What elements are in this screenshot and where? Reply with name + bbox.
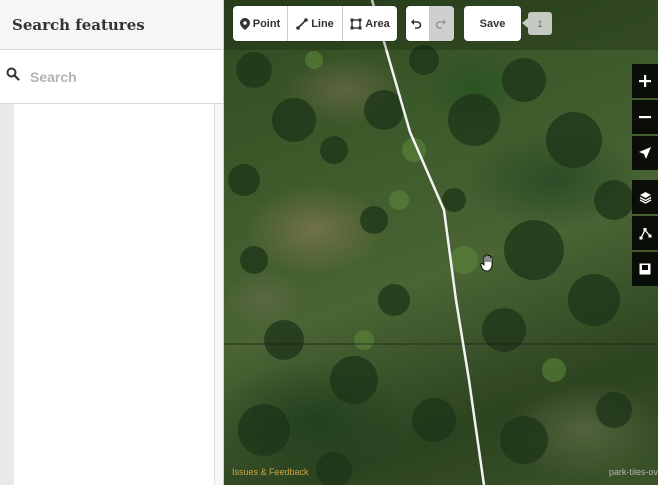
redo-button[interactable] [430,6,454,41]
undo-button[interactable] [406,6,430,41]
save-button[interactable]: Save [464,6,521,41]
map-data-icon [639,227,651,239]
point-icon [239,17,250,30]
map-data-button[interactable] [632,216,658,250]
undo-redo-group [406,6,454,41]
add-area-button[interactable]: Area [343,6,397,41]
zoom-out-icon [639,116,651,119]
help-button[interactable] [632,252,658,286]
add-area-label: Area [365,17,390,30]
add-feature-group: Point Line Area [233,6,397,41]
zoom-out-button[interactable] [632,100,658,134]
add-point-button[interactable]: Point [233,6,288,41]
feature-list [14,104,215,485]
edit-count-badge: 1 [522,12,552,35]
tile-source-label: park-tiles-ov [608,467,658,477]
help-icon [639,263,651,275]
add-point-label: Point [252,17,281,30]
add-line-label: Line [311,17,334,30]
background-layers-button[interactable] [632,180,658,214]
hand-cursor-icon [480,254,493,272]
zoom-in-icon [639,75,651,87]
scrollbar-track[interactable] [0,104,14,485]
sidebar-header: Search features [0,0,223,50]
feature-list-area [0,104,223,485]
line-icon [296,17,308,30]
add-line-button[interactable]: Line [288,6,343,41]
undo-icon [411,18,422,29]
search-bar [0,50,223,104]
map-controls [632,64,658,288]
map-view[interactable]: Point Line Area Save 1 Issues & Feedback… [224,0,658,485]
search-input[interactable] [28,67,212,86]
top-toolbar: Point Line Area Save 1 [224,0,658,50]
geolocate-icon [639,147,651,159]
sidebar: Search features [0,0,224,485]
aerial-imagery [224,0,658,485]
attribution-link[interactable]: Issues & Feedback [232,467,309,477]
zoom-in-button[interactable] [632,64,658,98]
search-icon [6,67,20,86]
layers-icon [639,191,651,204]
geolocate-button[interactable] [632,136,658,170]
redo-icon [435,18,446,29]
area-icon [350,18,362,29]
sidebar-title: Search features [12,15,145,34]
